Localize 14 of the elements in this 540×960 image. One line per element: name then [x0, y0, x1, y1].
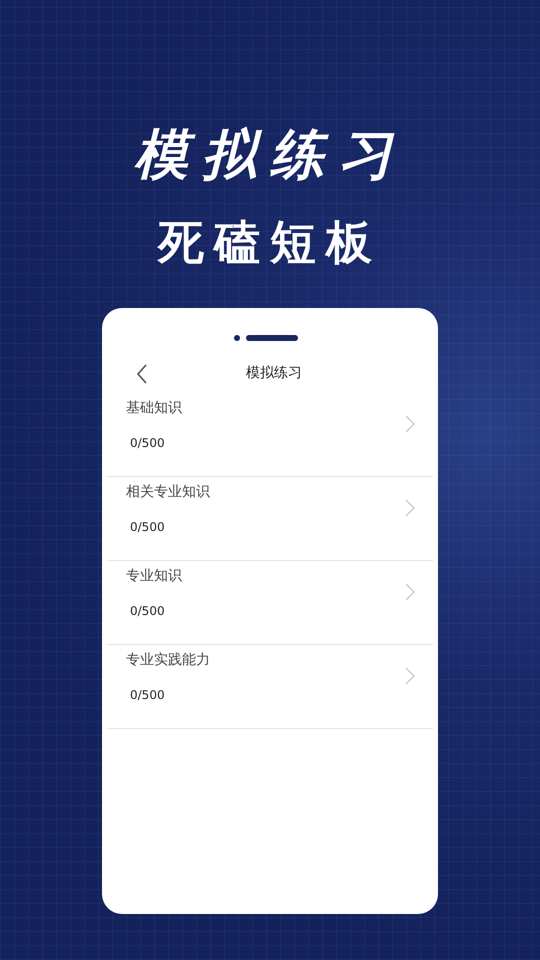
item-title: 专业知识 — [126, 567, 183, 586]
chevron-icon — [405, 583, 415, 601]
camera-dot-icon — [234, 335, 240, 341]
subheadline: 死磕短板 — [158, 214, 382, 271]
item-title: 专业实践能力 — [126, 651, 211, 670]
chevron-icon — [405, 415, 415, 433]
back-icon[interactable] — [136, 364, 148, 384]
item-title: 基础知识 — [126, 399, 183, 418]
headline: 模拟练习 — [134, 122, 406, 188]
screen-title: 模拟练习 — [246, 364, 302, 382]
chevron-icon — [405, 667, 415, 685]
chevron-icon — [405, 499, 415, 517]
speaker-icon — [246, 335, 298, 341]
item-title: 相关专业知识 — [126, 483, 211, 502]
